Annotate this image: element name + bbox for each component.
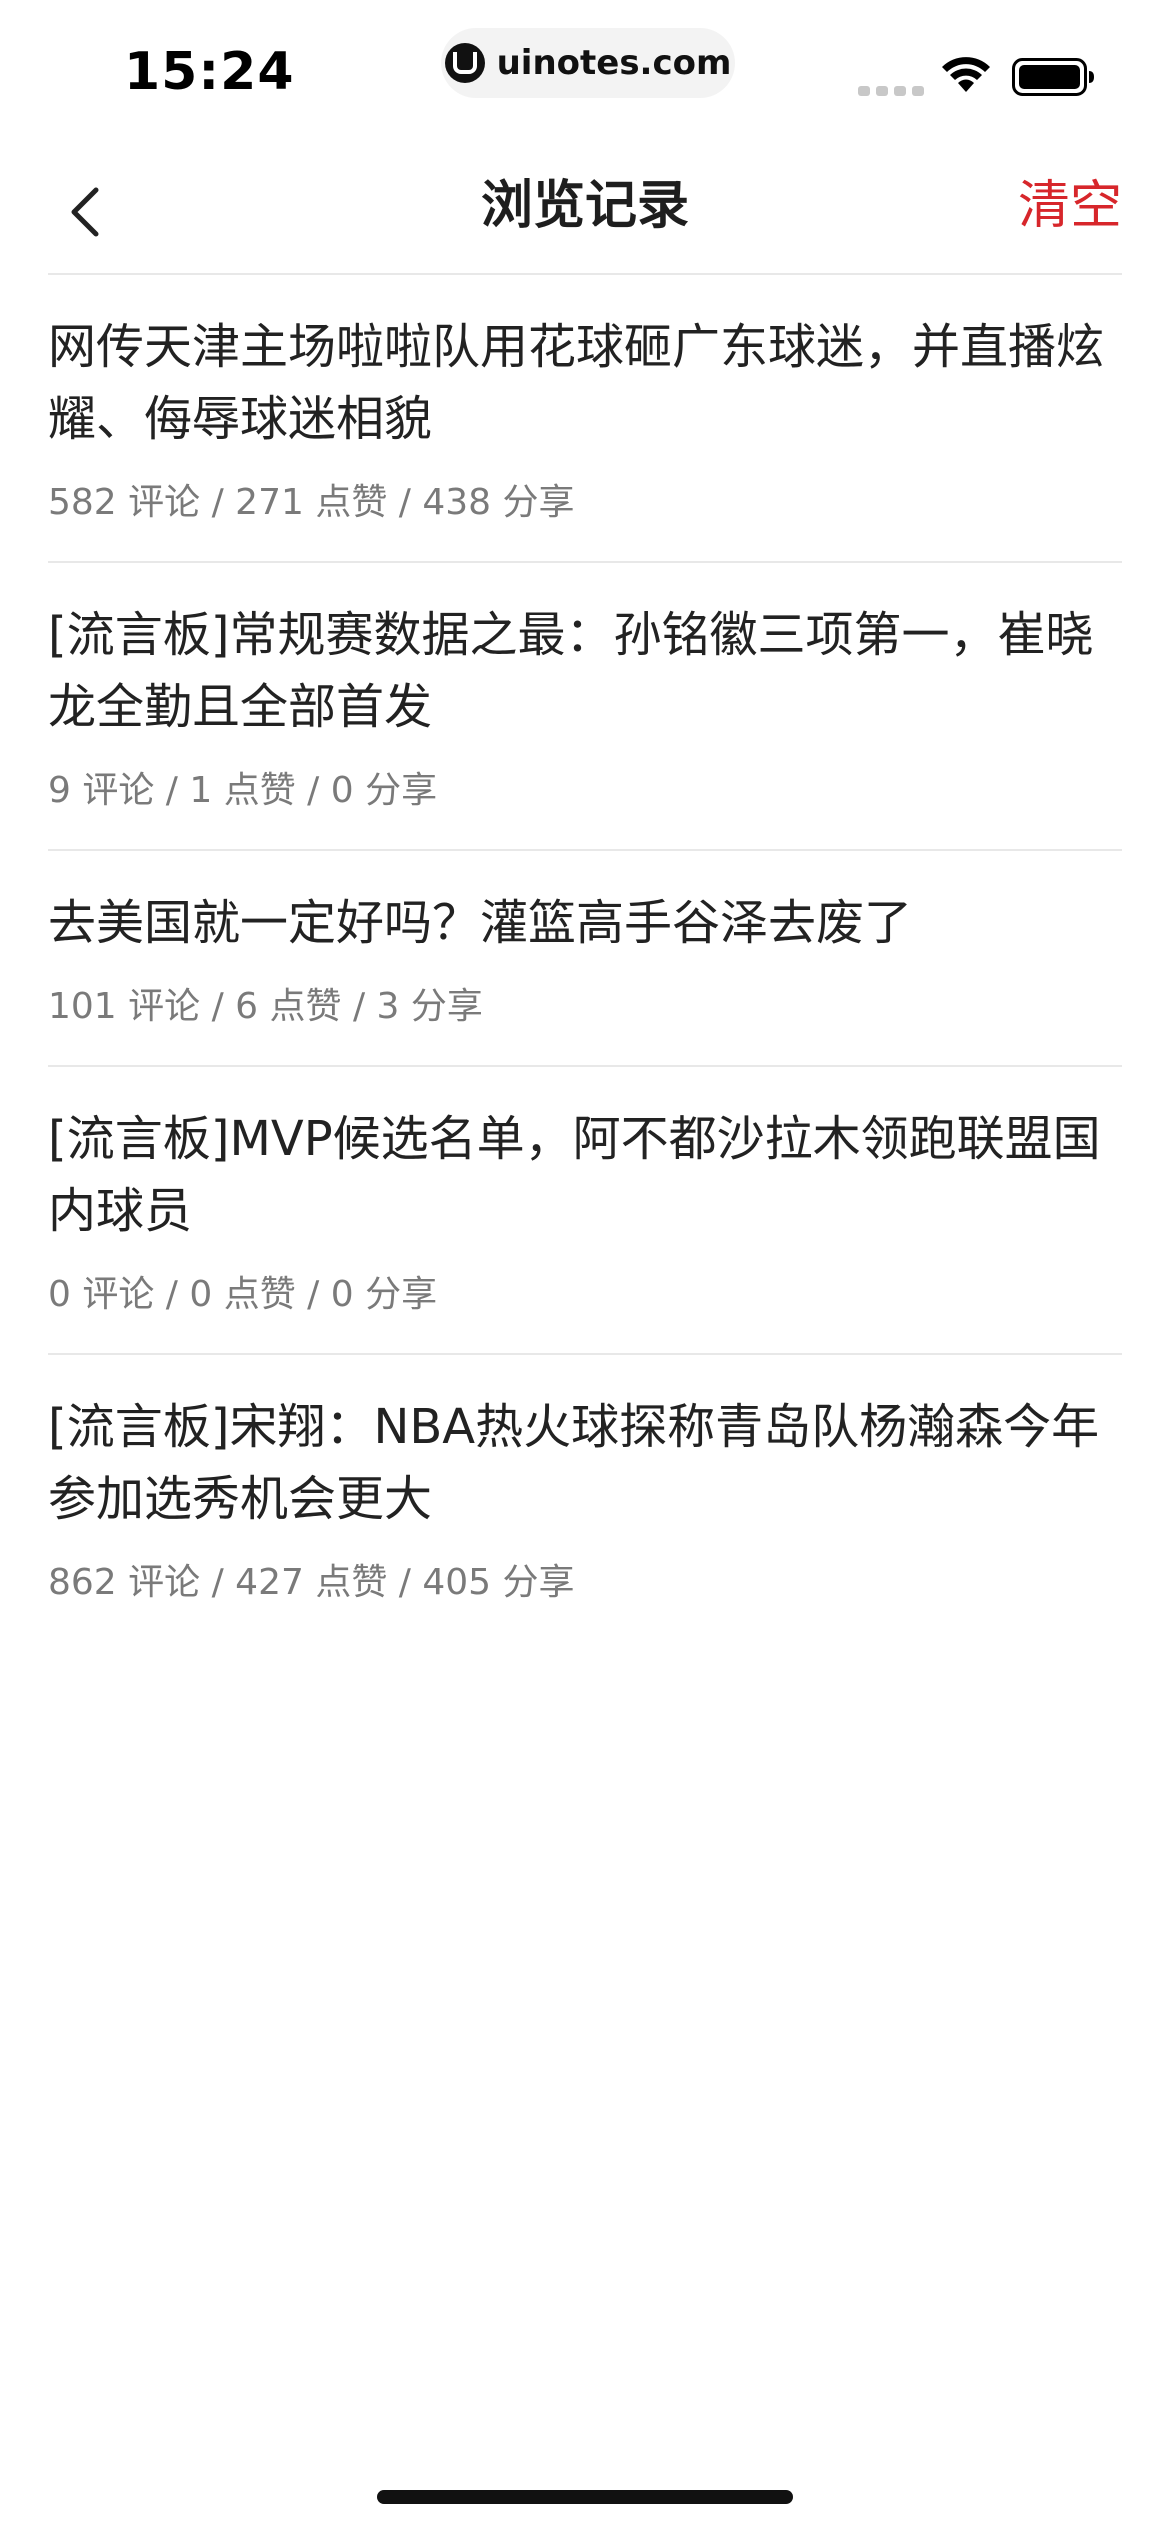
nav-bar: 浏览记录 清空 — [0, 150, 1170, 274]
history-item[interactable]: [流言板]宋翔：NBA热火球探称青岛队杨瀚森今年参加选秀机会更大 862 评论 … — [48, 1355, 1122, 1641]
url-pill[interactable]: uinotes.com — [441, 28, 735, 98]
home-indicator — [377, 2490, 793, 2504]
history-item-stats: 582 评论 / 271 点赞 / 438 分享 — [48, 482, 575, 523]
history-item[interactable]: 网传天津主场啦啦队用花球砸广东球迷，并直播炫耀、侮辱球迷相貌 582 评论 / … — [48, 275, 1122, 563]
wifi-icon — [942, 57, 990, 92]
clear-button[interactable]: 清空 — [1018, 174, 1122, 238]
history-item[interactable]: 去美国就一定好吗？灌篮高手谷泽去废了 101 评论 / 6 点赞 / 3 分享 — [48, 851, 1122, 1067]
status-bar: 15:24 uinotes.com — [0, 0, 1170, 140]
history-list: 网传天津主场啦啦队用花球砸广东球迷，并直播炫耀、侮辱球迷相貌 582 评论 / … — [48, 275, 1122, 1641]
history-item-stats: 101 评论 / 6 点赞 / 3 分享 — [48, 986, 483, 1027]
signal-icon — [858, 86, 924, 96]
history-item[interactable]: [流言板]常规赛数据之最：孙铭徽三项第一，崔晓龙全勤且全部首发 9 评论 / 1… — [48, 563, 1122, 851]
history-item-title: 网传天津主场啦啦队用花球砸广东球迷，并直播炫耀、侮辱球迷相貌 — [48, 319, 1105, 447]
history-item-title: [流言板]宋翔：NBA热火球探称青岛队杨瀚森今年参加选秀机会更大 — [48, 1399, 1100, 1527]
history-item-title: 去美国就一定好吗？灌篮高手谷泽去废了 — [48, 895, 913, 951]
back-button[interactable] — [48, 174, 124, 250]
site-logo-icon — [444, 43, 485, 83]
battery-icon — [1012, 58, 1094, 96]
status-time: 15:24 — [124, 42, 295, 102]
history-item-stats: 9 评论 / 1 点赞 / 0 分享 — [48, 770, 438, 811]
history-item[interactable]: [流言板]MVP候选名单，阿不都沙拉木领跑联盟国内球员 0 评论 / 0 点赞 … — [48, 1067, 1122, 1355]
history-item-stats: 862 评论 / 427 点赞 / 405 分享 — [48, 1562, 575, 1603]
url-text: uinotes.com — [496, 43, 732, 83]
history-item-stats: 0 评论 / 0 点赞 / 0 分享 — [48, 1274, 438, 1315]
chevron-left-icon — [71, 187, 99, 237]
history-item-title: [流言板]MVP候选名单，阿不都沙拉木领跑联盟国内球员 — [48, 1111, 1101, 1239]
history-item-title: [流言板]常规赛数据之最：孙铭徽三项第一，崔晓龙全勤且全部首发 — [48, 607, 1094, 735]
page-title: 浏览记录 — [480, 176, 689, 236]
